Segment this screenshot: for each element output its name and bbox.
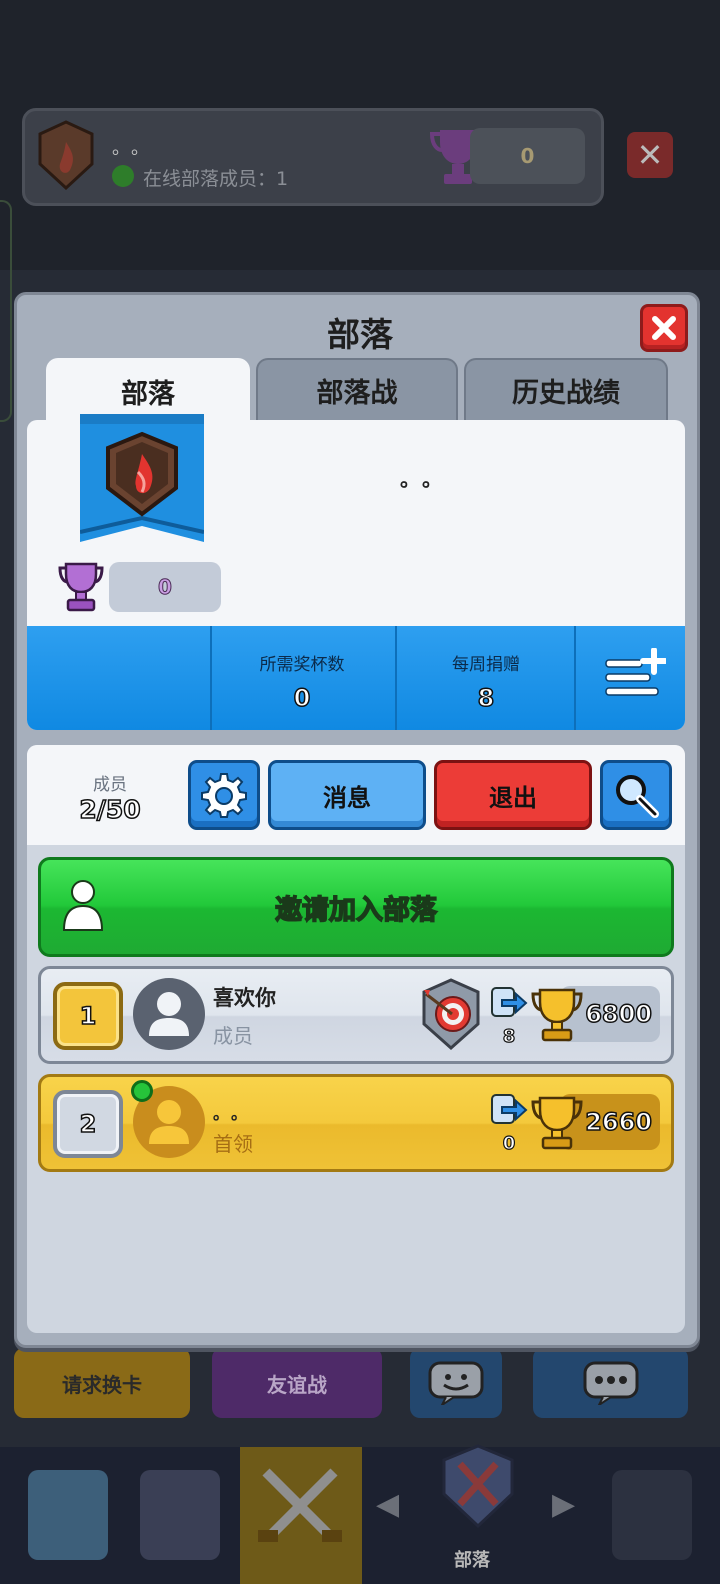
person-icon bbox=[149, 992, 189, 1036]
member-role: 成员 bbox=[213, 1024, 253, 1048]
bg-clan-shield-icon bbox=[38, 120, 94, 190]
members-label: 成员 bbox=[93, 775, 127, 795]
bg-chat-icon bbox=[533, 1348, 688, 1418]
exit-clan-button[interactable]: 退出 bbox=[434, 760, 592, 830]
clan-trophy-icon bbox=[58, 562, 104, 612]
bg-emote-icon bbox=[410, 1348, 502, 1418]
bg-close-icon: ✕ bbox=[627, 132, 673, 178]
message-button[interactable]: 消息 bbox=[268, 760, 426, 830]
bg-online-members: 在线部落成员：1 bbox=[143, 168, 289, 190]
nav-battle-icon bbox=[258, 1468, 342, 1542]
gear-icon bbox=[201, 773, 247, 818]
stats-divider bbox=[395, 626, 397, 730]
member-name: 喜欢你 bbox=[213, 986, 276, 1010]
nav-next-icon: ▶ bbox=[552, 1487, 576, 1522]
gold-trophy-icon bbox=[531, 988, 583, 1042]
nav-events-icon bbox=[612, 1470, 692, 1560]
invite-person-icon bbox=[62, 880, 104, 931]
tab-history[interactable]: 历史战绩 bbox=[464, 358, 668, 420]
clan-stats-bar bbox=[27, 626, 685, 730]
weekly-donations-value: 8 bbox=[477, 683, 495, 713]
dialog-title: 部落 bbox=[327, 315, 393, 354]
nav-clan-label: 部落 bbox=[454, 1550, 490, 1571]
clan-name: 。。 bbox=[400, 467, 454, 491]
weekly-donations-label: 每周捐赠 bbox=[452, 655, 520, 675]
nav-cards-icon bbox=[140, 1470, 220, 1560]
search-button[interactable] bbox=[600, 760, 672, 830]
stats-divider bbox=[574, 626, 576, 730]
donation-icon bbox=[491, 1094, 528, 1124]
tab-clan-war[interactable]: 部落战 bbox=[256, 358, 458, 420]
clan-banner-badge bbox=[80, 414, 204, 542]
bg-friendly-battle-button: 友谊战 bbox=[212, 1348, 382, 1418]
clan-settings-button[interactable] bbox=[188, 760, 260, 830]
donation-icon bbox=[491, 987, 528, 1017]
nav-prev-icon: ◀ bbox=[376, 1487, 400, 1522]
clan-details-list-icon[interactable] bbox=[604, 648, 666, 700]
arena-target-icon bbox=[422, 978, 480, 1050]
bg-online-dot bbox=[112, 165, 134, 187]
members-count: 2/50 bbox=[79, 794, 142, 825]
member-donations: 0 bbox=[502, 1132, 516, 1154]
bg-request-cards-button: 请求换卡 bbox=[14, 1348, 190, 1418]
member-rank: 1 bbox=[53, 982, 123, 1050]
avatar bbox=[133, 978, 205, 1050]
search-icon bbox=[616, 775, 659, 818]
online-status-indicator bbox=[131, 1080, 153, 1102]
stats-divider bbox=[210, 626, 212, 730]
bg-clan-name: 。。 bbox=[112, 138, 159, 159]
required-trophies-label: 所需奖杯数 bbox=[259, 655, 345, 675]
member-donations: 8 bbox=[502, 1025, 516, 1047]
member-rank: 2 bbox=[53, 1090, 123, 1158]
close-button[interactable] bbox=[640, 304, 688, 352]
invite-to-clan-button[interactable]: 邀请加入部落 bbox=[38, 857, 674, 957]
member-name: 。。 bbox=[213, 1104, 258, 1123]
required-trophies-value: 0 bbox=[293, 683, 311, 713]
gold-trophy-icon bbox=[531, 1096, 583, 1150]
clan-trophy-count: 0 bbox=[109, 562, 221, 612]
nav-shop-icon bbox=[28, 1470, 108, 1560]
member-role: 首领 bbox=[213, 1132, 253, 1156]
nav-clan-icon bbox=[442, 1444, 514, 1529]
bg-trophy-count: 0 bbox=[470, 128, 585, 184]
close-icon bbox=[652, 316, 676, 340]
